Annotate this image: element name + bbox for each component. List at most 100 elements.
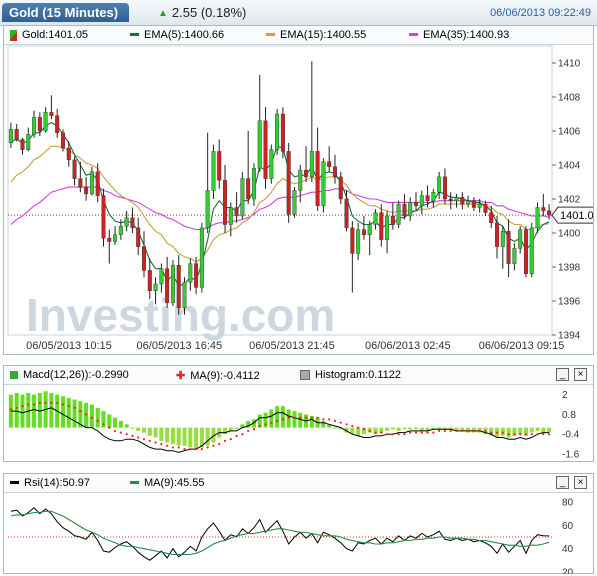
candle-body [396,203,401,225]
macd-signal-dot [548,433,551,436]
candle-body [269,149,274,179]
macd-signal-dot [333,419,337,423]
legend-macd: Macd(12,26)):-0.2990 [10,369,129,381]
macd-signal-dot [119,431,122,434]
macd-signal-dot [194,447,198,451]
legend-histogram: Histogram:0.1122 [300,369,401,381]
candle-body [211,151,216,191]
candle-body [442,176,447,200]
legend-macd-ma-text: MA(9):-0.4112 [190,370,260,382]
macd-signal-dot [171,446,175,449]
macd-histogram-bar [402,427,407,430]
macd-panel: Macd(12,26)):-0.2990 ✚ MA(9):-0.4112 Hist… [3,365,594,462]
candle-body [500,231,505,247]
timestamp: 06/06/2013 09:22:49 [490,7,591,19]
y-tick-label: 1402 [558,195,581,206]
candle-body [251,168,256,200]
macd-y-tick-label: 2 [562,390,568,401]
rsi-y-tick-label: 20 [562,568,574,575]
macd-signal-dot [108,426,111,429]
macd-signal-dot [339,421,342,424]
chart-header: Gold (15 Minutes) ▲ 2.55 (0.18%) 06/06/20… [0,0,597,26]
macd-minimize-button[interactable]: _ [556,368,569,381]
macd-histogram-bar [275,406,280,428]
candle-body [101,195,106,239]
macd-histogram-bar [165,427,170,443]
macd-histogram-bar [20,394,25,428]
macd-close-button[interactable]: × [574,368,587,381]
macd-signal-dot [495,431,499,434]
legend-ema5-text: EMA(5):1400.66 [144,29,225,41]
x-tick-label: 06/05/2013 21:45 [249,340,335,352]
macd-histogram-bar [159,427,164,441]
candle-body [304,169,309,178]
candle-body [118,225,123,235]
macd-signal-dot [21,405,24,408]
instrument-title-tab[interactable]: Gold (15 Minutes) [2,3,129,22]
macd-signal-dot [85,413,88,416]
candle-body [78,178,83,188]
candle-body [483,203,488,213]
macd-signal-dot [241,433,244,436]
price-change-value: 2.55 (0.18%) [171,5,247,20]
macd-y-tick-label: 0.8 [562,410,576,421]
macd-signal-dot [357,426,360,429]
macd-signal-dot [524,433,528,436]
candle-body [321,161,326,206]
candle-body [506,231,511,264]
candle-body [199,227,204,288]
macd-histogram-bar [408,427,413,430]
legend-ema35-text: EMA(35):1400.93 [423,29,510,41]
rsi-chart[interactable]: 80 60 40 20 [4,493,593,574]
candle-body [55,115,60,133]
legend-price: Gold:1401.05 [10,29,88,41]
macd-chart[interactable]: 2 0.8 -0.4 -1.6 [4,385,593,462]
x-tick-label: 06/06/2013 09:15 [479,340,565,352]
candle-body [286,151,291,215]
candle-body [182,282,187,309]
macd-histogram-bar [153,427,158,438]
macd-histogram-bar [269,409,274,428]
legend-rsi-ma-text: MA(9):45.55 [144,477,205,489]
histogram-swatch [300,370,310,381]
candle-body [205,190,210,229]
macd-signal-dot [73,406,76,409]
macd-signal-dot [154,441,157,444]
candle-body [113,234,118,242]
y-tick-label: 1400 [558,229,581,240]
macd-signal-dot [56,401,59,404]
macd-histogram-bar [390,427,395,430]
candle-body [257,120,262,169]
macd-histogram-bar [124,424,129,428]
macd-histogram-bar [547,427,552,433]
candle-body [26,134,31,150]
macd-histogram-bar [321,421,326,428]
macd-signal-dot [443,429,447,433]
macd-histogram-bar [182,427,187,446]
macd-signal-dot [258,424,261,428]
candle-body [477,203,482,208]
macd-signal-dot [368,429,371,433]
macd-histogram-bar [141,427,147,433]
rsi-close-button[interactable]: × [574,476,587,489]
legend-rsi: Rsi(14):50.97 [10,477,90,489]
macd-histogram-bar [332,427,338,429]
macd-signal-dot [438,429,441,433]
macd-signal-dot [414,431,418,434]
macd-histogram-bar [385,427,390,431]
candle-icon [10,29,17,41]
candle-body [275,113,280,150]
candle-body [309,151,314,178]
macd-signal-dot [328,418,331,421]
rsi-minimize-button[interactable]: _ [556,476,569,489]
candle-body [14,129,19,140]
candle-body [425,195,430,201]
macd-signal-dot [293,416,296,419]
candle-body [414,202,418,206]
macd-signal-dot [125,433,128,436]
price-chart[interactable]: Investing.com 13941396139814001402140414… [4,45,593,355]
macd-signal-dot [380,431,383,434]
candle-body [165,268,170,303]
legend-rsi-ma: MA(9):45.55 [130,477,205,489]
macd-signal-dot [44,401,47,404]
